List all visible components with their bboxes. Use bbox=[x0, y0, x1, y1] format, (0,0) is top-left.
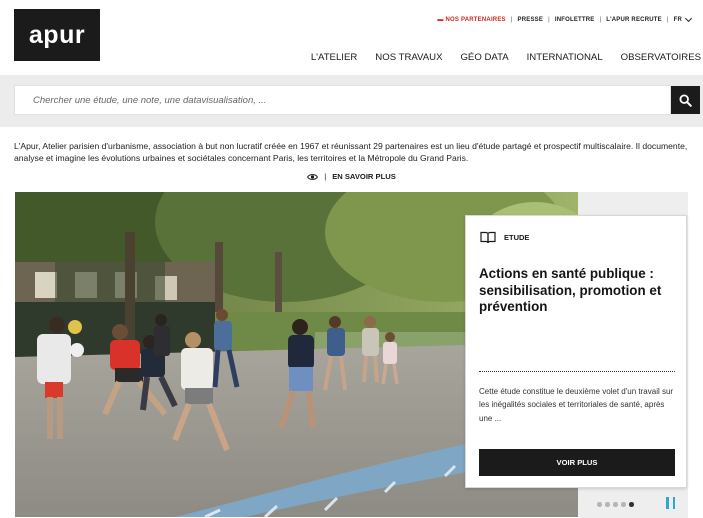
partners-icon: ▬ bbox=[437, 17, 444, 23]
nav-item-atelier[interactable]: L'ATELIER bbox=[311, 52, 357, 63]
search-button[interactable] bbox=[671, 86, 700, 114]
search-icon bbox=[679, 93, 692, 107]
slider-dot[interactable] bbox=[605, 502, 610, 507]
learn-more-label: EN SAVOIR PLUS bbox=[332, 172, 396, 181]
feature-kind: ETUDE bbox=[480, 231, 529, 244]
slider-dot[interactable] bbox=[621, 502, 626, 507]
feature-title[interactable]: Actions en santé publique : sensibilisat… bbox=[479, 266, 679, 316]
jobs-link[interactable]: L'APUR RECRUTE bbox=[606, 17, 662, 23]
nav-item-international[interactable]: INTERNATIONAL bbox=[527, 52, 603, 63]
nav-item-travaux[interactable]: NOS TRAVAUX bbox=[375, 52, 442, 63]
feature-card[interactable]: ETUDE Actions en santé publique : sensib… bbox=[465, 215, 687, 488]
book-icon bbox=[480, 231, 496, 244]
nav-item-geodata[interactable]: GÉO DATA bbox=[460, 52, 508, 63]
learn-more-link[interactable]: | EN SAVOIR PLUS bbox=[0, 172, 703, 181]
intro-text: L'Apur, Atelier parisien d'urbanisme, as… bbox=[14, 141, 688, 163]
apur-logo[interactable]: apur bbox=[14, 9, 100, 61]
logo-text: apur bbox=[28, 20, 86, 49]
main-nav: L'ATELIER NOS TRAVAUX GÉO DATA INTERNATI… bbox=[293, 52, 701, 63]
eye-icon bbox=[307, 173, 319, 180]
slider-pagination bbox=[597, 502, 637, 507]
divider bbox=[479, 371, 675, 372]
search-box bbox=[14, 85, 671, 115]
language-selector[interactable]: FR bbox=[674, 14, 693, 23]
newsletter-link[interactable]: INFOLETTRE bbox=[555, 17, 595, 23]
slider-dot[interactable] bbox=[613, 502, 618, 507]
see-more-button[interactable]: VOIR PLUS bbox=[479, 449, 675, 476]
top-links: ▬ NOS PARTENAIRES | PRESSE | INFOLETTRE … bbox=[437, 14, 693, 23]
partners-link[interactable]: ▬ NOS PARTENAIRES bbox=[437, 17, 505, 23]
search-input[interactable] bbox=[15, 86, 670, 114]
pause-icon[interactable] bbox=[666, 497, 675, 509]
slider-dot[interactable] bbox=[629, 502, 634, 507]
press-link[interactable]: PRESSE bbox=[518, 17, 544, 23]
feature-excerpt: Cette étude constitue le deuxième volet … bbox=[479, 387, 674, 423]
chevron-down-icon bbox=[684, 14, 693, 23]
nav-item-observatoires[interactable]: OBSERVATOIRES bbox=[621, 52, 701, 63]
slider-dot[interactable] bbox=[597, 502, 602, 507]
